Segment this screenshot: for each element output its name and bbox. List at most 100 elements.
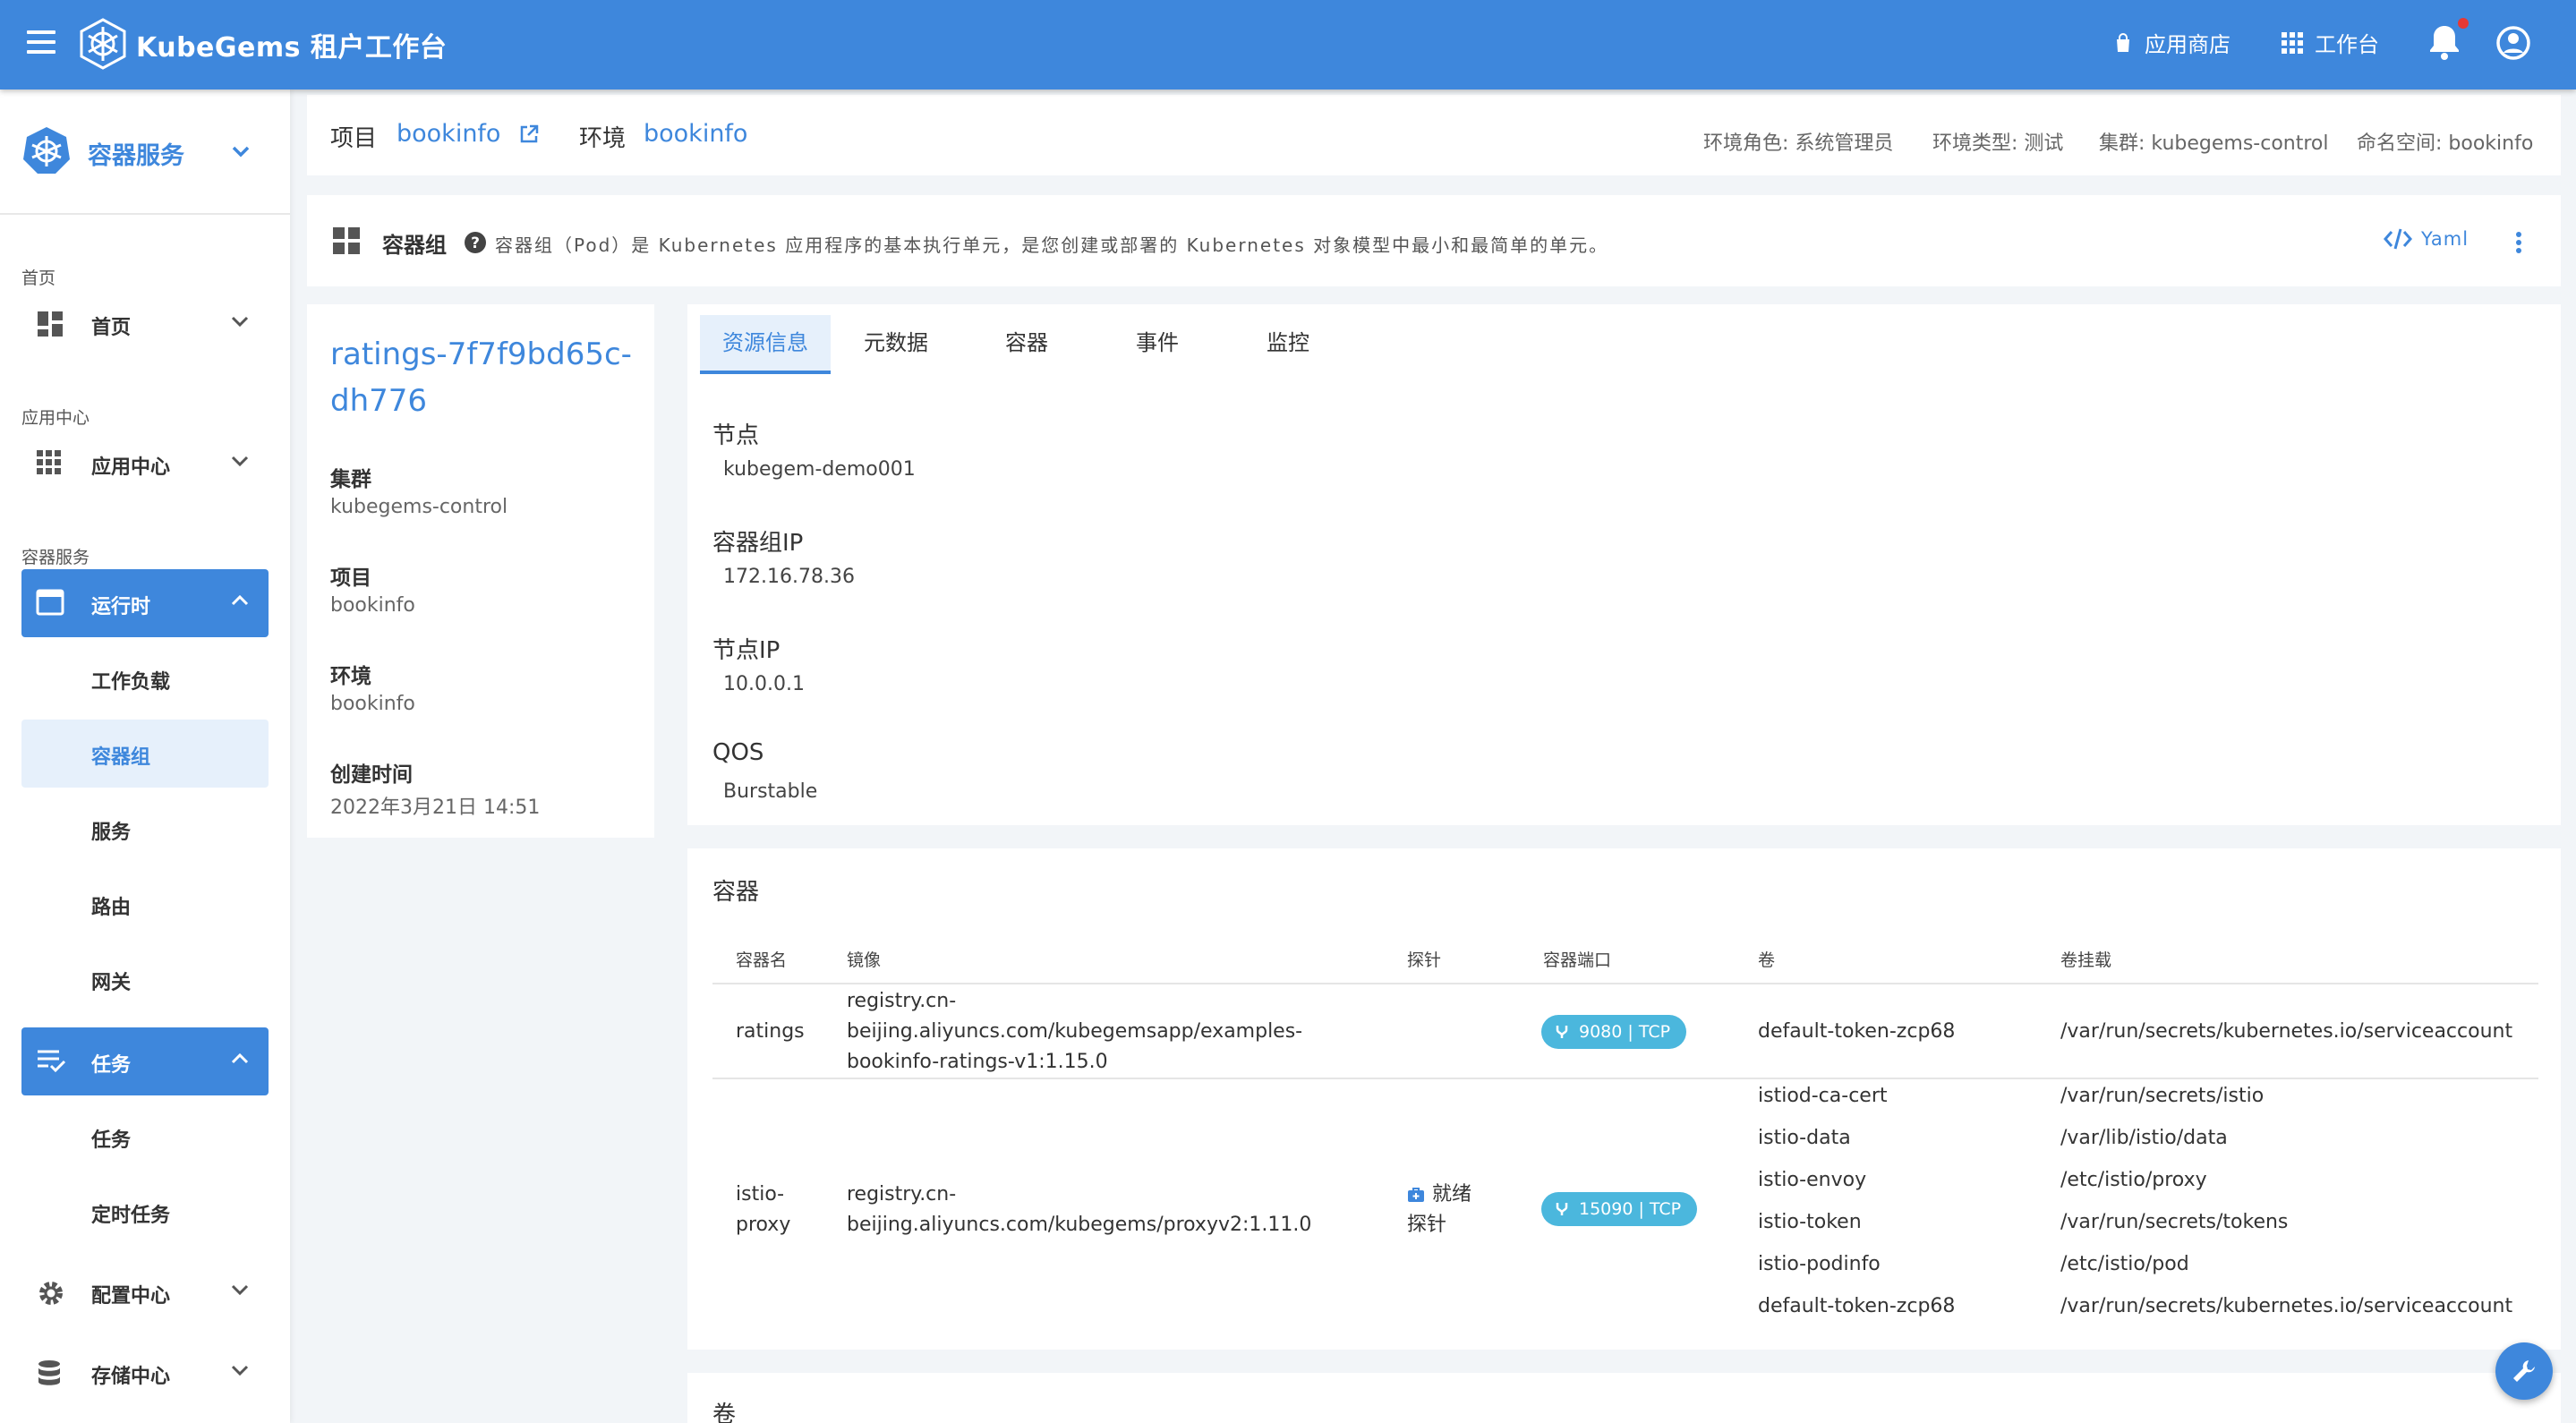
yaml-button[interactable]: Yaml [2384,227,2469,251]
apps-grid-icon [37,450,61,474]
sidebar-subitem-gateway[interactable]: 网关 [21,945,269,1013]
mount-path: /var/lib/istio/data [2060,1127,2228,1149]
volumes-card: 卷 [687,1373,2561,1423]
tab-resource-info[interactable]: 资源信息 [700,315,831,374]
env-key: 环境 [330,665,371,688]
col-probe: 探针 [1407,950,1442,970]
table-row: istio- proxy registry.cn- beijing.aliyun… [712,1081,2538,1350]
svg-text:?: ? [471,234,480,252]
sidebar-subitem-label: 容器组 [91,746,151,769]
notification-badge [2458,18,2469,29]
sidebar-subitem-cronjob[interactable]: 定时任务 [21,1178,269,1246]
yaml-label: Yaml [2421,228,2469,250]
database-icon [38,1360,60,1385]
sidebar-item-label: 应用中心 [91,456,171,479]
sidebar-subitem-job[interactable]: 任务 [21,1103,269,1171]
notification-bell-icon[interactable] [2427,23,2461,61]
sidebar-subitem-workload[interactable]: 工作负载 [21,644,269,712]
tab-events[interactable]: 事件 [1092,315,1223,374]
tab-monitor[interactable]: 监控 [1223,315,1353,374]
fork-icon [1556,1203,1568,1215]
probe-label-line: 探针 [1407,1214,1447,1236]
mount-path: /etc/istio/pod [2060,1253,2189,1275]
app-store-link[interactable]: 应用商店 [2112,27,2231,58]
pod-header-bar: 容器组 ? 容器组（Pod）是 Kubernetes 应用程序的基本执行单元，是… [307,195,2561,286]
sidebar-item-label: 任务 [91,1054,132,1077]
env-label: 环境 [579,125,627,152]
port-label: 9080 | TCP [1579,1022,1671,1042]
col-volumes: 卷 [1758,950,1776,970]
pod-name: ratings-7f7f9bd65c-dh776 [330,337,632,419]
probe-label-line: 就绪 [1432,1183,1472,1206]
project-value: bookinfo [330,594,415,617]
more-vert-icon[interactable] [2514,231,2523,254]
wrench-icon [2513,1360,2535,1382]
tools-fab-button[interactable] [2495,1342,2553,1400]
containers-title: 容器 [712,879,760,906]
sidebar-item-storage[interactable]: 存储中心 [21,1339,269,1407]
created-key: 创建时间 [330,763,413,787]
sidebar-item-jobs[interactable]: 任务 [21,1027,269,1095]
port-chip: 9080 | TCP [1541,1015,1687,1049]
sidebar-subitem-service[interactable]: 服务 [21,795,269,863]
table-row: ratings registry.cn- beijing.aliyuncs.co… [712,986,2538,1079]
volume-name: default-token-zcp68 [1758,1295,1956,1317]
sidebar-subitem-label: 定时任务 [91,1205,171,1227]
pod-grid-icon [333,227,360,254]
container-name-line: istio- [736,1183,785,1206]
sidebar-item-app-center[interactable]: 应用中心 [21,430,269,498]
user-account-icon[interactable] [2495,25,2531,61]
tab-containers[interactable]: 容器 [961,315,1092,374]
mount-path: /var/run/secrets/tokens [2060,1211,2289,1233]
env-link[interactable]: bookinfo [644,120,747,148]
app-store-label: 应用商店 [2145,32,2231,57]
volume-name: default-token-zcp68 [1758,1020,1956,1043]
task-list-icon [38,1050,66,1073]
open-in-new-icon[interactable] [518,124,540,145]
sidebar-item-home[interactable]: 首页 [21,290,269,358]
project-link[interactable]: bookinfo [397,120,500,148]
sidebar-item-label: 首页 [91,317,132,339]
col-mounts: 卷挂载 [2060,950,2112,970]
kubernetes-wheel-icon [23,127,70,174]
readiness-probe[interactable]: 就绪 [1407,1180,1471,1210]
volume-name: istio-envoy [1758,1169,1867,1191]
volume-name: istio-podinfo [1758,1253,1881,1275]
container-image-line: bookinfo-ratings-v1:1.15.0 [847,1051,1108,1073]
sidebar-subitem-label: 路由 [91,897,132,919]
col-image: 镜像 [847,950,882,970]
containers-card: 容器 容器名 镜像 探针 容器端口 卷 卷挂载 ratings registry… [687,848,2561,1350]
container-name: ratings [736,1020,805,1043]
chevron-down-icon [232,146,250,158]
sidebar-subitem-pod[interactable]: 容器组 [21,720,269,788]
tab-metadata[interactable]: 元数据 [831,315,961,374]
mount-path: /var/run/secrets/kubernetes.io/serviceac… [2060,1295,2513,1317]
page-description: 容器组（Pod）是 Kubernetes 应用程序的基本执行单元，是您创建或部署… [495,234,1609,256]
container-image-line: registry.cn- [847,990,957,1012]
node-key: 节点 [712,422,760,449]
node-value: kubegem-demo001 [723,458,916,481]
sidebar: 容器服务 首页 首页 应用中心 应用中心 容器服务 运行时 工作负载 容器组 服… [0,89,290,1423]
medical-bag-icon [1408,1188,1424,1202]
env-value: bookinfo [330,693,415,715]
section-label-container-service: 容器服务 [21,548,90,567]
workbench-link[interactable]: 工作台 [2281,27,2379,58]
chevron-down-icon [231,316,249,328]
mount-path: /var/run/secrets/kubernetes.io/serviceac… [2060,1020,2513,1043]
sidebar-item-runtime[interactable]: 运行时 [21,569,269,637]
fork-icon [1556,1026,1568,1038]
container-name-line: proxy [736,1214,791,1236]
container-image-line: beijing.aliyuncs.com/kubegemsapp/example… [847,1020,1303,1043]
sidebar-item-config[interactable]: 配置中心 [21,1258,269,1326]
sidebar-subitem-route[interactable]: 路由 [21,870,269,938]
brand-title: KubeGems 租户工作台 [136,32,448,64]
menu-icon[interactable] [27,30,55,55]
apps-grid-icon [2282,31,2303,54]
module-title: 容器服务 [88,142,184,170]
module-switcher[interactable]: 容器服务 [0,89,290,215]
env-type: 环境类型: 测试 [1932,132,2064,155]
volume-name: istio-data [1758,1127,1851,1149]
chevron-up-icon [231,1052,249,1064]
volumes-title: 卷 [712,1402,737,1423]
node-ip-value: 10.0.0.1 [723,673,805,695]
